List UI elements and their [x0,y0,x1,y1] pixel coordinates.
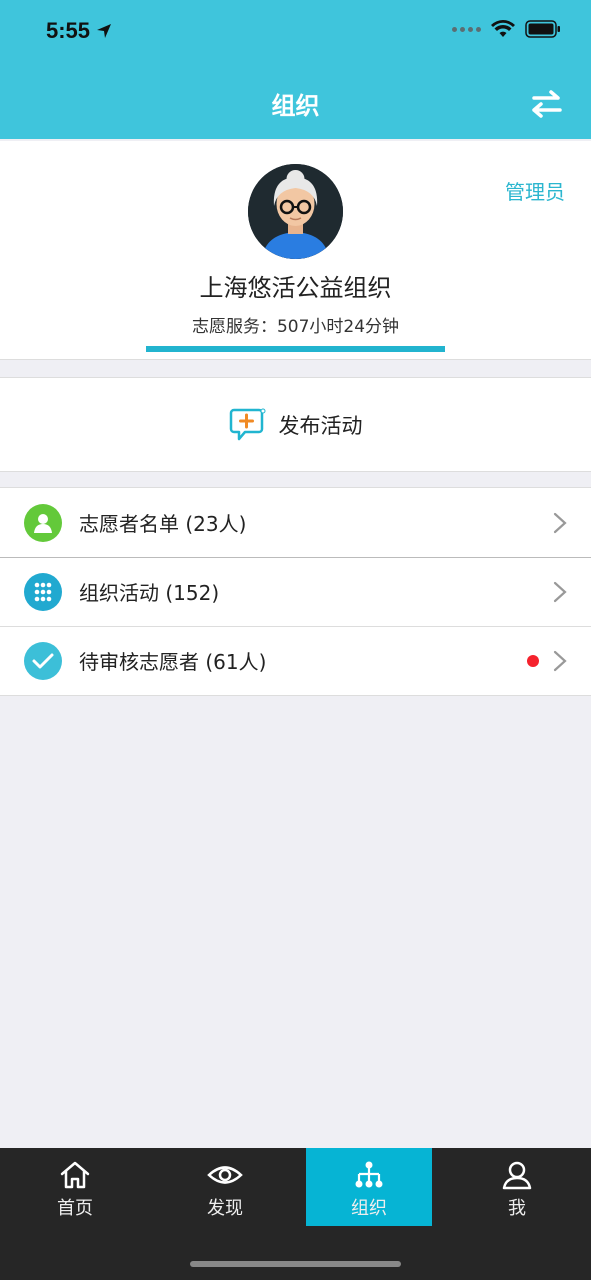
battery-icon [525,20,560,38]
org-tree-icon [355,1161,383,1188]
chat-plus-icon [229,408,265,440]
service-progress-fill [146,346,445,352]
check-icon [24,641,62,680]
menu-item-pending-volunteers[interactable]: 待审核志愿者 (61人) [0,626,591,695]
page-title: 组织 [271,92,320,120]
location-arrow-icon [97,24,112,38]
tab-organization[interactable]: 组织 [306,1148,432,1226]
chevron-right-icon [553,512,567,533]
home-indicator [190,1261,401,1267]
tab-label: 首页 [57,1198,93,1219]
wifi-icon [491,20,515,37]
app-header: 5:55 组织 [0,0,591,139]
avatar-illustration [248,164,343,259]
menu-item-label: 志愿者名单 (23人) [79,512,247,536]
menu-item-org-activities[interactable]: 组织活动 (152) [0,557,591,626]
tab-discover[interactable]: 发现 [162,1148,288,1226]
signal-icon [452,26,481,32]
swap-arrows-icon[interactable] [531,88,563,120]
publish-activity-button[interactable]: 发布活动 [0,377,591,472]
chevron-right-icon [553,650,567,671]
avatar[interactable] [248,164,343,259]
tab-label: 发现 [207,1198,243,1219]
status-time-text: 5:55 [46,18,91,43]
publish-activity-label: 发布活动 [278,413,363,438]
org-menu-list: 志愿者名单 (23人) 组织活动 (152) 待审核志愿者 (61人) [0,487,591,696]
notification-dot [527,654,539,667]
dots-grid-icon [24,572,62,611]
menu-item-volunteer-list[interactable]: 志愿者名单 (23人) [0,488,591,557]
home-icon [60,1161,90,1189]
org-name: 上海悠活公益组织 [199,274,392,302]
role-badge[interactable]: 管理员 [505,176,565,205]
tab-label: 我 [508,1198,526,1219]
chevron-right-icon [553,581,567,602]
service-time: 志愿服务：507小时24分钟 [191,317,400,337]
menu-item-label: 组织活动 (152) [79,581,220,605]
org-profile-card: 管理员 上海悠活公益组织 志愿服务：507小时24分钟 [0,141,591,360]
tab-me[interactable]: 我 [454,1148,580,1226]
status-indicators [452,20,561,38]
tab-home[interactable]: 首页 [12,1148,138,1226]
eye-icon [207,1166,243,1184]
menu-item-label: 待审核志愿者 (61人) [79,650,267,674]
status-time: 5:55 [46,18,112,44]
person-icon [24,503,62,542]
user-icon [502,1161,532,1190]
service-progress-bar [146,346,445,352]
tab-label: 组织 [351,1198,387,1219]
